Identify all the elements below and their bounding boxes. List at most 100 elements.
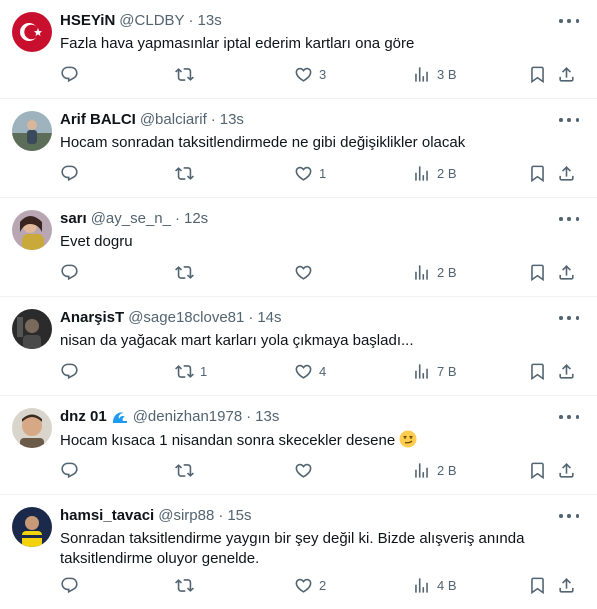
display-name[interactable]: HSEYiN bbox=[60, 11, 115, 31]
share-button[interactable] bbox=[557, 163, 576, 183]
tweet[interactable]: sarı @ay_se_n_ · 12s Evet dogru 2 B bbox=[0, 198, 597, 297]
bookmark-button[interactable] bbox=[528, 163, 547, 183]
tweet[interactable]: HSEYiN @CLDBY · 13s Fazla hava yapmasınl… bbox=[0, 0, 597, 99]
avatar[interactable] bbox=[12, 309, 52, 349]
user-handle[interactable]: @balciarif bbox=[140, 110, 207, 130]
like-button[interactable]: 3 bbox=[294, 64, 326, 84]
user-handle[interactable]: @denizhan1978 bbox=[133, 407, 242, 427]
share-button[interactable] bbox=[557, 361, 576, 381]
more-icon[interactable] bbox=[559, 14, 579, 28]
tweet[interactable]: Arif BALCI @balciarif · 13s Hocam sonrad… bbox=[0, 99, 597, 198]
retweet-button[interactable] bbox=[175, 163, 200, 183]
bookmark-button[interactable] bbox=[528, 460, 547, 480]
retweet-icon bbox=[175, 578, 194, 592]
views-button[interactable]: 2 B bbox=[412, 262, 457, 282]
like-icon bbox=[295, 265, 312, 280]
timestamp[interactable]: 12s bbox=[184, 209, 208, 229]
more-icon[interactable] bbox=[559, 212, 579, 226]
reply-button[interactable] bbox=[60, 460, 85, 480]
share-button[interactable] bbox=[557, 460, 576, 480]
timestamp[interactable]: 13s bbox=[220, 110, 244, 130]
avatar[interactable] bbox=[12, 507, 52, 547]
share-button[interactable] bbox=[557, 262, 576, 282]
views-button[interactable]: 7 B bbox=[412, 361, 457, 381]
separator-dot: · bbox=[246, 408, 252, 425]
reply-icon bbox=[61, 264, 78, 280]
views-button[interactable]: 3 B bbox=[412, 64, 457, 84]
views-icon bbox=[415, 462, 428, 478]
bookmark-button[interactable] bbox=[528, 575, 547, 595]
user-handle[interactable]: @sage18clove81 bbox=[128, 308, 244, 328]
bookmark-icon bbox=[531, 577, 544, 594]
reply-button[interactable] bbox=[60, 361, 85, 381]
bookmark-button[interactable] bbox=[528, 361, 547, 381]
more-icon[interactable] bbox=[559, 311, 579, 325]
retweet-button[interactable] bbox=[175, 64, 200, 84]
views-icon bbox=[415, 165, 428, 181]
share-icon bbox=[559, 66, 574, 82]
bookmark-button[interactable] bbox=[528, 64, 547, 84]
avatar[interactable] bbox=[12, 210, 52, 250]
like-button[interactable]: 4 bbox=[294, 361, 326, 381]
reply-icon bbox=[61, 577, 78, 593]
timestamp[interactable]: 14s bbox=[257, 308, 281, 328]
user-handle[interactable]: @ay_se_n_ bbox=[91, 209, 171, 229]
retweet-icon bbox=[175, 463, 194, 477]
share-button[interactable] bbox=[557, 575, 576, 595]
more-icon[interactable] bbox=[559, 113, 579, 127]
like-button[interactable]: 2 bbox=[294, 575, 326, 595]
user-handle[interactable]: @CLDBY bbox=[119, 11, 184, 31]
like-icon bbox=[295, 364, 312, 379]
avatar[interactable] bbox=[12, 12, 52, 52]
tweet[interactable]: hamsi_tavaci @sirp88 · 15s Sonradan taks… bbox=[0, 495, 597, 609]
separator-dot: · bbox=[248, 309, 254, 326]
retweet-count: 1 bbox=[200, 363, 208, 379]
retweet-button[interactable]: 1 bbox=[175, 361, 207, 381]
tweet-header: Arif BALCI @balciarif · 13s bbox=[60, 110, 244, 130]
reply-button[interactable] bbox=[60, 262, 85, 282]
display-name[interactable]: Arif BALCI bbox=[60, 110, 136, 130]
tweet[interactable]: dnz 01 @denizhan1978 · 13s Hocam kısaca … bbox=[0, 396, 597, 495]
display-name[interactable]: AnarşisT bbox=[60, 308, 124, 328]
bookmark-icon bbox=[531, 165, 544, 182]
reply-feed: HSEYiN @CLDBY · 13s Fazla hava yapmasınl… bbox=[0, 0, 597, 609]
action-bar: 3 3 B bbox=[60, 64, 579, 84]
tweet-text: Evet dogru bbox=[60, 233, 133, 250]
tweet-header: hamsi_tavaci @sirp88 · 15s bbox=[60, 506, 252, 526]
views-button[interactable]: 2 B bbox=[412, 163, 457, 183]
views-button[interactable]: 2 B bbox=[412, 460, 457, 480]
bookmark-button[interactable] bbox=[528, 262, 547, 282]
display-name[interactable]: dnz 01 bbox=[60, 407, 107, 427]
user-handle[interactable]: @sirp88 bbox=[158, 506, 214, 526]
like-button[interactable] bbox=[294, 460, 319, 480]
reply-button[interactable] bbox=[60, 163, 85, 183]
reply-button[interactable] bbox=[60, 575, 85, 595]
share-button[interactable] bbox=[557, 64, 576, 84]
display-name[interactable]: sarı bbox=[60, 209, 87, 229]
display-name[interactable]: hamsi_tavaci bbox=[60, 506, 154, 526]
like-button[interactable] bbox=[294, 262, 319, 282]
tweet-header: AnarşisT @sage18clove81 · 14s bbox=[60, 308, 282, 328]
timestamp[interactable]: 13s bbox=[255, 407, 279, 427]
retweet-button[interactable] bbox=[175, 460, 200, 480]
avatar[interactable] bbox=[12, 111, 52, 151]
separator-dot: · bbox=[218, 507, 224, 524]
avatar[interactable] bbox=[12, 408, 52, 448]
like-icon bbox=[295, 463, 312, 478]
views-button[interactable]: 4 B bbox=[412, 575, 457, 595]
reply-button[interactable] bbox=[60, 64, 85, 84]
retweet-button[interactable] bbox=[175, 262, 200, 282]
action-bar: 1 4 7 B bbox=[60, 361, 579, 381]
separator-dot: · bbox=[188, 12, 194, 29]
timestamp[interactable]: 13s bbox=[198, 11, 222, 31]
more-icon[interactable] bbox=[559, 410, 579, 424]
timestamp[interactable]: 15s bbox=[227, 506, 251, 526]
more-icon[interactable] bbox=[559, 509, 579, 523]
tweet-header: sarı @ay_se_n_ · 12s bbox=[60, 209, 208, 229]
retweet-button[interactable] bbox=[175, 575, 200, 595]
separator-dot: · bbox=[210, 111, 216, 128]
tweet-header: HSEYiN @CLDBY · 13s bbox=[60, 11, 222, 31]
tweet[interactable]: AnarşisT @sage18clove81 · 14s nisan da y… bbox=[0, 297, 597, 396]
bookmark-icon bbox=[531, 66, 544, 83]
like-button[interactable]: 1 bbox=[294, 163, 326, 183]
